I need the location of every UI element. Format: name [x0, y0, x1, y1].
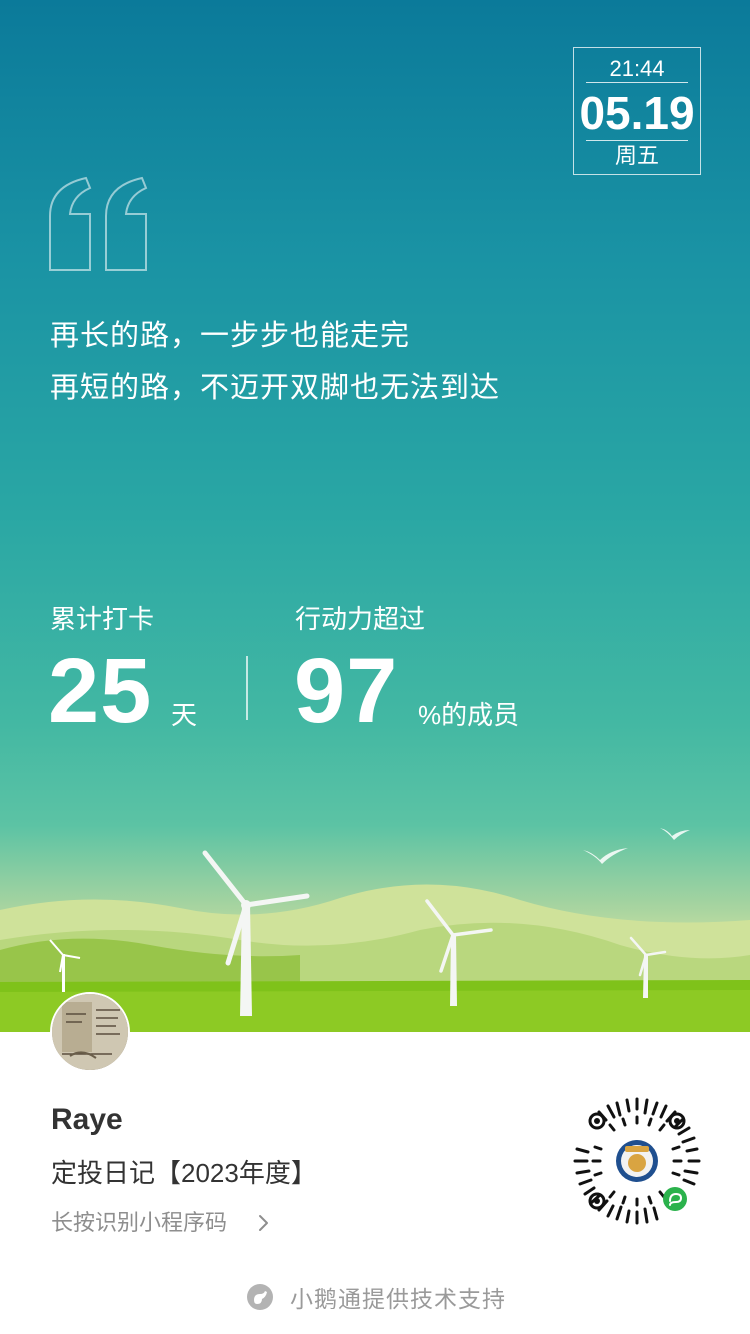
action-unit: %的成员: [418, 700, 520, 730]
stats-divider: [246, 656, 248, 720]
date-weekday: 周五: [614, 143, 659, 168]
checkin-poster: 21:44 05.19 周五 再长的路，一步步也能走完 再短的路，不迈开双脚也无…: [0, 0, 750, 1334]
scan-hint: 长按识别小程序码: [51, 1210, 228, 1235]
action-label: 行动力超过: [295, 604, 426, 634]
quote-mark-icon: [49, 176, 148, 271]
date-divider-bottom: [586, 140, 688, 141]
checkin-label: 累计打卡: [50, 604, 155, 634]
footer-text: 小鹅通提供技术支持: [290, 1286, 506, 1312]
date-day: 05.19: [579, 87, 695, 139]
chevron-right-icon: [259, 1215, 268, 1231]
user-name: Raye: [51, 1103, 123, 1136]
action-value: 97: [294, 640, 399, 742]
xiaoetong-logo-icon: [247, 1284, 273, 1310]
date-box: 21:44 05.19 周五: [573, 47, 701, 175]
quote-line-2: 再短的路，不迈开双脚也无法到达: [50, 372, 501, 404]
date-time: 21:44: [609, 56, 665, 81]
footer: 小鹅通提供技术支持: [246, 1281, 506, 1313]
quote-line-1: 再长的路，一步步也能走完: [50, 320, 411, 352]
avatar[interactable]: [50, 992, 130, 1072]
mini-program-code[interactable]: [573, 1097, 701, 1225]
checkin-value: 25: [48, 640, 153, 742]
program-name: 定投日记【2023年度】: [51, 1158, 317, 1188]
date-divider-top: [586, 82, 688, 83]
quote-text: 再长的路，一步步也能走完 再短的路，不迈开双脚也无法到达: [50, 310, 500, 414]
checkin-unit: 天: [171, 700, 198, 730]
hero-background: 21:44 05.19 周五 再长的路，一步步也能走完 再短的路，不迈开双脚也无…: [0, 0, 750, 1032]
